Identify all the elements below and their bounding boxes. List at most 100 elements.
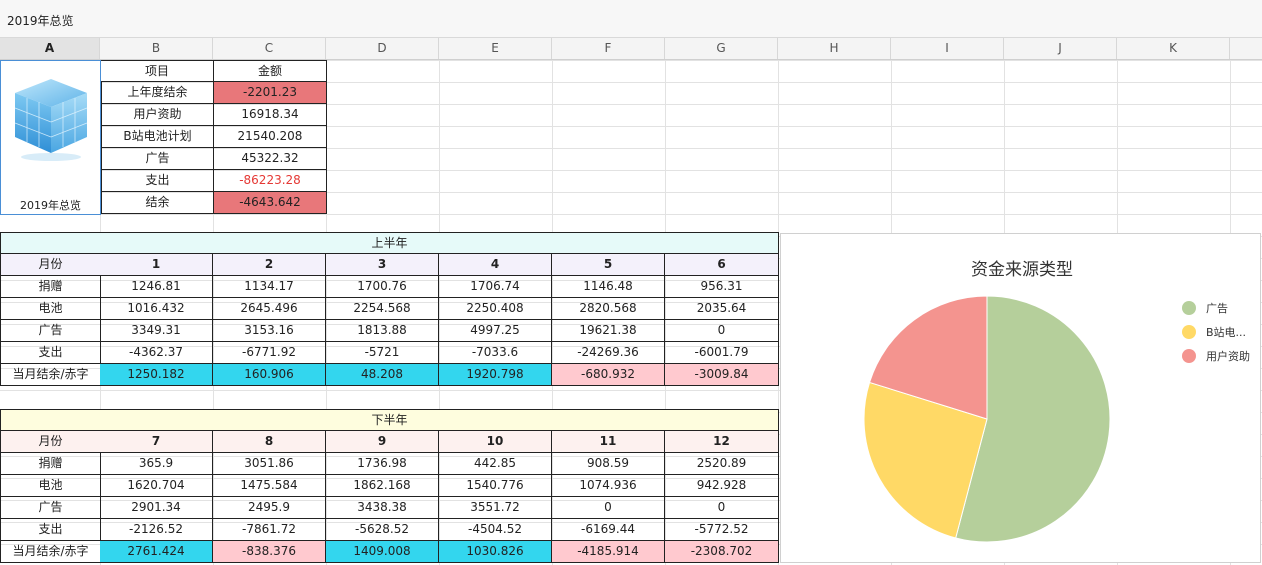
h2-value-cell[interactable]: -6169.44 xyxy=(552,519,665,541)
column-header-f[interactable]: F xyxy=(552,38,665,59)
h1-balance-cell[interactable]: -3009.84 xyxy=(665,364,779,386)
h2-month-label[interactable]: 月份 xyxy=(0,431,101,453)
h1-value-cell[interactable]: -5721 xyxy=(326,342,439,364)
h1-value-cell[interactable]: -4362.37 xyxy=(100,342,213,364)
h1-row-label[interactable]: 支出 xyxy=(0,342,101,364)
h2-row-label[interactable]: 捐赠 xyxy=(0,453,101,475)
h1-value-cell[interactable]: 0 xyxy=(665,320,779,342)
h2-value-cell[interactable]: -5772.52 xyxy=(665,519,779,541)
h1-value-cell[interactable]: 1706.74 xyxy=(439,276,552,298)
h1-value-cell[interactable]: 1134.17 xyxy=(213,276,326,298)
h2-value-cell[interactable]: 942.928 xyxy=(665,475,779,497)
h2-row-label[interactable]: 电池 xyxy=(0,475,101,497)
summary-header-amount[interactable]: 金额 xyxy=(214,60,327,82)
h1-value-cell[interactable]: 1700.76 xyxy=(326,276,439,298)
pie-chart-container[interactable]: 资金来源类型 广告 B站电... 用户资助 xyxy=(780,233,1261,563)
h2-month-12[interactable]: 12 xyxy=(665,431,779,453)
summary-value[interactable]: 45322.32 xyxy=(214,148,327,170)
h2-month-11[interactable]: 11 xyxy=(552,431,665,453)
h2-balance-cell[interactable]: 1409.008 xyxy=(326,541,439,563)
h2-balance-label[interactable]: 当月结余/赤字 xyxy=(0,541,101,563)
h1-month-6[interactable]: 6 xyxy=(665,254,779,276)
h2-row-label[interactable]: 广告 xyxy=(0,497,101,519)
h1-month-1[interactable]: 1 xyxy=(100,254,213,276)
h2-month-8[interactable]: 8 xyxy=(213,431,326,453)
h2-balance-cell[interactable]: 1030.826 xyxy=(439,541,552,563)
h2-value-cell[interactable]: 1540.776 xyxy=(439,475,552,497)
h1-month-label[interactable]: 月份 xyxy=(0,254,101,276)
column-header-e[interactable]: E xyxy=(439,38,552,59)
column-header-c[interactable]: C xyxy=(213,38,326,59)
h2-row-label[interactable]: 支出 xyxy=(0,519,101,541)
h1-value-cell[interactable]: 2035.64 xyxy=(665,298,779,320)
h1-value-cell[interactable]: 1146.48 xyxy=(552,276,665,298)
h1-balance-cell[interactable]: 1920.798 xyxy=(439,364,552,386)
h2-value-cell[interactable]: 365.9 xyxy=(100,453,213,475)
h1-title[interactable]: 上半年 xyxy=(0,232,779,254)
summary-value[interactable]: -2201.23 xyxy=(214,82,327,104)
legend-label-2[interactable]: 用户资助 xyxy=(1206,349,1250,363)
h2-value-cell[interactable]: 2495.9 xyxy=(213,497,326,519)
summary-label[interactable]: B站电池计划 xyxy=(101,126,214,148)
h2-value-cell[interactable]: -4504.52 xyxy=(439,519,552,541)
logo-image-cell[interactable]: 2019年总览 xyxy=(0,60,101,215)
column-header-h[interactable]: H xyxy=(778,38,891,59)
summary-value[interactable]: 21540.208 xyxy=(214,126,327,148)
h1-balance-cell[interactable]: 1250.182 xyxy=(100,364,213,386)
h1-balance-cell[interactable]: -680.932 xyxy=(552,364,665,386)
summary-header-item[interactable]: 项目 xyxy=(101,60,214,82)
h1-value-cell[interactable]: 1246.81 xyxy=(100,276,213,298)
h1-value-cell[interactable]: -6001.79 xyxy=(665,342,779,364)
h2-balance-cell[interactable]: -2308.702 xyxy=(665,541,779,563)
summary-label[interactable]: 上年度结余 xyxy=(101,82,214,104)
h2-value-cell[interactable]: 2520.89 xyxy=(665,453,779,475)
h1-row-label[interactable]: 捐赠 xyxy=(0,276,101,298)
summary-value[interactable]: -86223.28 xyxy=(214,170,327,192)
summary-value[interactable]: 16918.34 xyxy=(214,104,327,126)
h1-value-cell[interactable]: 3153.16 xyxy=(213,320,326,342)
h2-value-cell[interactable]: 2901.34 xyxy=(100,497,213,519)
summary-label[interactable]: 广告 xyxy=(101,148,214,170)
h2-balance-cell[interactable]: -838.376 xyxy=(213,541,326,563)
h2-value-cell[interactable]: -5628.52 xyxy=(326,519,439,541)
h1-value-cell[interactable]: -6771.92 xyxy=(213,342,326,364)
h2-value-cell[interactable]: -2126.52 xyxy=(100,519,213,541)
h2-value-cell[interactable]: 0 xyxy=(552,497,665,519)
h2-value-cell[interactable]: 3438.38 xyxy=(326,497,439,519)
column-header-b[interactable]: B xyxy=(100,38,213,59)
h1-value-cell[interactable]: 2250.408 xyxy=(439,298,552,320)
h1-value-cell[interactable]: 2645.496 xyxy=(213,298,326,320)
h1-value-cell[interactable]: 1813.88 xyxy=(326,320,439,342)
legend-label-1[interactable]: B站电... xyxy=(1206,325,1246,339)
h1-value-cell[interactable]: 4997.25 xyxy=(439,320,552,342)
h2-value-cell[interactable]: 1074.936 xyxy=(552,475,665,497)
h1-value-cell[interactable]: -24269.36 xyxy=(552,342,665,364)
h1-balance-label[interactable]: 当月结余/赤字 xyxy=(0,364,101,386)
h1-value-cell[interactable]: 2254.568 xyxy=(326,298,439,320)
h1-row-label[interactable]: 广告 xyxy=(0,320,101,342)
h2-balance-cell[interactable]: 2761.424 xyxy=(100,541,213,563)
legend-label-0[interactable]: 广告 xyxy=(1206,302,1228,315)
h2-month-9[interactable]: 9 xyxy=(326,431,439,453)
h2-value-cell[interactable]: 3051.86 xyxy=(213,453,326,475)
column-header-i[interactable]: I xyxy=(891,38,1004,59)
column-header-g[interactable]: G xyxy=(665,38,778,59)
h1-balance-cell[interactable]: 48.208 xyxy=(326,364,439,386)
h1-month-5[interactable]: 5 xyxy=(552,254,665,276)
column-header-d[interactable]: D xyxy=(326,38,439,59)
h2-value-cell[interactable]: 1736.98 xyxy=(326,453,439,475)
summary-label[interactable]: 用户资助 xyxy=(101,104,214,126)
h1-value-cell[interactable]: -7033.6 xyxy=(439,342,552,364)
h2-value-cell[interactable]: -7861.72 xyxy=(213,519,326,541)
h1-value-cell[interactable]: 956.31 xyxy=(665,276,779,298)
h2-month-10[interactable]: 10 xyxy=(439,431,552,453)
h2-title[interactable]: 下半年 xyxy=(0,409,779,431)
h1-month-4[interactable]: 4 xyxy=(439,254,552,276)
column-header-k[interactable]: K xyxy=(1117,38,1230,59)
h1-month-2[interactable]: 2 xyxy=(213,254,326,276)
summary-label[interactable]: 支出 xyxy=(101,170,214,192)
h2-balance-cell[interactable]: -4185.914 xyxy=(552,541,665,563)
summary-label[interactable]: 结余 xyxy=(101,192,214,214)
h2-value-cell[interactable]: 0 xyxy=(665,497,779,519)
h1-value-cell[interactable]: 3349.31 xyxy=(100,320,213,342)
